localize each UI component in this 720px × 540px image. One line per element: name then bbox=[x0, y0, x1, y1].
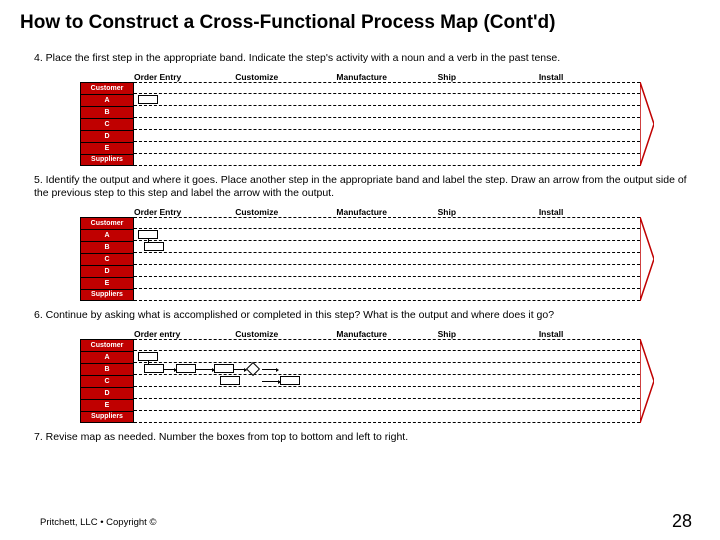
phase-label: Manufacture bbox=[336, 207, 437, 217]
lane-label: Suppliers bbox=[80, 154, 134, 166]
lane-label: Customer bbox=[80, 217, 134, 229]
phase-headers: Order Entry Customize Manufacture Ship I… bbox=[134, 207, 640, 217]
phase-label: Customize bbox=[235, 72, 336, 82]
lane-label: Suppliers bbox=[80, 411, 134, 423]
swimlanes bbox=[134, 217, 640, 301]
step-4-text: 4. Place the first step in the appropria… bbox=[34, 52, 700, 66]
page-title: How to Construct a Cross-Functional Proc… bbox=[20, 12, 700, 34]
phase-label: Install bbox=[539, 72, 640, 82]
phase-label: Manufacture bbox=[336, 72, 437, 82]
diagram-3: Order entry Customize Manufacture Ship I… bbox=[80, 329, 640, 423]
lane-label: D bbox=[80, 387, 134, 399]
process-step-box bbox=[214, 364, 234, 373]
process-step-box bbox=[138, 230, 158, 239]
connector-arrow-icon bbox=[262, 381, 278, 382]
lane-label: E bbox=[80, 277, 134, 289]
process-step-box bbox=[144, 242, 164, 251]
phase-label: Ship bbox=[438, 72, 539, 82]
swimlanes bbox=[134, 82, 640, 166]
lane-label: B bbox=[80, 363, 134, 375]
phase-headers: Order Entry Customize Manufacture Ship I… bbox=[134, 72, 640, 82]
connector-arrow-icon bbox=[196, 369, 212, 370]
phase-label: Ship bbox=[438, 207, 539, 217]
flow-arrowhead-icon bbox=[640, 217, 654, 301]
connector-arrow-icon bbox=[234, 369, 244, 370]
decision-diamond bbox=[246, 361, 260, 375]
lane-labels: Customer A B C D E Suppliers bbox=[80, 82, 134, 166]
lane-label: B bbox=[80, 106, 134, 118]
lane-label: D bbox=[80, 130, 134, 142]
phase-label: Ship bbox=[438, 329, 539, 339]
lane-label: B bbox=[80, 241, 134, 253]
process-step-box bbox=[176, 364, 196, 373]
lane-label: A bbox=[80, 229, 134, 241]
connector-arrow-icon bbox=[164, 369, 174, 370]
diagram-2: Order Entry Customize Manufacture Ship I… bbox=[80, 207, 640, 301]
phase-label: Install bbox=[539, 329, 640, 339]
lane-label: E bbox=[80, 399, 134, 411]
lane-label: D bbox=[80, 265, 134, 277]
page-number: 28 bbox=[672, 511, 692, 532]
lane-label: C bbox=[80, 253, 134, 265]
lane-labels: Customer A B C D E Suppliers bbox=[80, 339, 134, 423]
step-6-text: 6. Continue by asking what is accomplish… bbox=[34, 309, 700, 323]
phase-label: Customize bbox=[235, 329, 336, 339]
process-step-box bbox=[220, 376, 240, 385]
process-step-box bbox=[138, 95, 158, 104]
phase-label: Order Entry bbox=[134, 207, 235, 217]
diagram-1: Order Entry Customize Manufacture Ship I… bbox=[80, 72, 640, 166]
flow-arrowhead-icon bbox=[640, 82, 654, 166]
flow-arrowhead-icon bbox=[640, 339, 654, 423]
step-5-text: 5. Identify the output and where it goes… bbox=[34, 174, 700, 201]
phase-label: Manufacture bbox=[336, 329, 437, 339]
lane-labels: Customer A B C D E Suppliers bbox=[80, 217, 134, 301]
process-step-box bbox=[144, 364, 164, 373]
lane-label: Customer bbox=[80, 339, 134, 351]
lane-label: Customer bbox=[80, 82, 134, 94]
connector-arrow-icon bbox=[262, 369, 276, 370]
step-7-text: 7. Revise map as needed. Number the boxe… bbox=[34, 431, 700, 445]
phase-label: Customize bbox=[235, 207, 336, 217]
copyright-footer: Pritchett, LLC • Copyright © bbox=[40, 517, 156, 528]
lane-label: A bbox=[80, 351, 134, 363]
swimlanes bbox=[134, 339, 640, 423]
process-step-box bbox=[138, 352, 158, 361]
lane-label: A bbox=[80, 94, 134, 106]
phase-label: Order Entry bbox=[134, 72, 235, 82]
lane-label: C bbox=[80, 375, 134, 387]
phase-label: Order entry bbox=[134, 329, 235, 339]
process-step-box bbox=[280, 376, 300, 385]
phase-label: Install bbox=[539, 207, 640, 217]
lane-label: E bbox=[80, 142, 134, 154]
lane-label: C bbox=[80, 118, 134, 130]
phase-headers: Order entry Customize Manufacture Ship I… bbox=[134, 329, 640, 339]
lane-label: Suppliers bbox=[80, 289, 134, 301]
